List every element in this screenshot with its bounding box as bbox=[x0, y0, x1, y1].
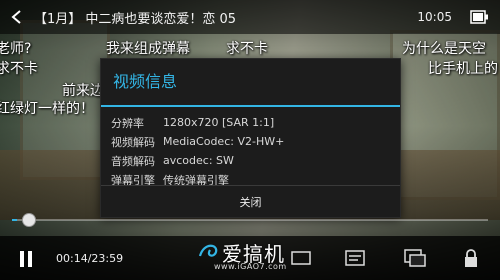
danmaku-comment: 我来组成弹幕 bbox=[106, 41, 190, 57]
seek-bar-played bbox=[12, 219, 17, 221]
status-clock: 10:05 bbox=[417, 10, 452, 24]
close-button[interactable]: 关闭 bbox=[101, 185, 400, 217]
danmaku-comment: 老师? bbox=[0, 41, 32, 57]
video-info-dialog: 视频信息 分辨率 1280x720 [SAR 1:1] 视频解码 MediaCo… bbox=[100, 58, 401, 218]
danmaku-list-icon[interactable] bbox=[344, 248, 366, 268]
battery-icon bbox=[470, 9, 490, 25]
danmaku-comment: 比手机上的 bbox=[428, 61, 498, 77]
info-row-video-decoder: 视频解码 MediaCodec: V2-HW+ bbox=[111, 132, 390, 151]
seek-bar-thumb[interactable] bbox=[21, 213, 36, 227]
info-value: avcodec: SW bbox=[163, 154, 234, 167]
info-label: 音频解码 bbox=[111, 154, 155, 168]
back-arrow-icon[interactable] bbox=[0, 0, 34, 34]
dialog-title: 视频信息 bbox=[113, 72, 178, 91]
playback-time: 00:14/23:59 bbox=[56, 252, 124, 265]
info-row-resolution: 分辨率 1280x720 [SAR 1:1] bbox=[111, 113, 390, 132]
pause-icon[interactable] bbox=[16, 250, 36, 268]
watermark-url: www.iGAO7.com bbox=[214, 262, 287, 271]
danmaku-comment: 为什么是天空 bbox=[402, 41, 486, 57]
seek-bar[interactable] bbox=[12, 219, 488, 221]
video-info-list: 分辨率 1280x720 [SAR 1:1] 视频解码 MediaCodec: … bbox=[101, 107, 400, 189]
info-row-audio-decoder: 音频解码 avcodec: SW bbox=[111, 151, 390, 170]
watermark-logo: 爱搞机 www.iGAO7.com bbox=[196, 238, 316, 278]
info-label: 分辨率 bbox=[111, 116, 144, 130]
lock-icon[interactable] bbox=[460, 248, 482, 268]
danmaku-comment: 前来边 bbox=[62, 83, 104, 99]
info-value: MediaCodec: V2-HW+ bbox=[163, 135, 285, 148]
info-value: 1280x720 [SAR 1:1] bbox=[163, 116, 275, 129]
info-label: 视频解码 bbox=[111, 135, 155, 149]
danmaku-toggle-icon[interactable] bbox=[404, 248, 426, 268]
video-title: 【1月】 中二病也要谈恋爱！恋 05 bbox=[34, 11, 237, 27]
danmaku-comment: 红绿灯一样的！ bbox=[0, 101, 94, 117]
danmaku-comment: 求不卡 bbox=[0, 61, 38, 77]
danmaku-comment: 求不卡 bbox=[226, 41, 268, 57]
watermark-swirl-icon bbox=[198, 244, 218, 257]
